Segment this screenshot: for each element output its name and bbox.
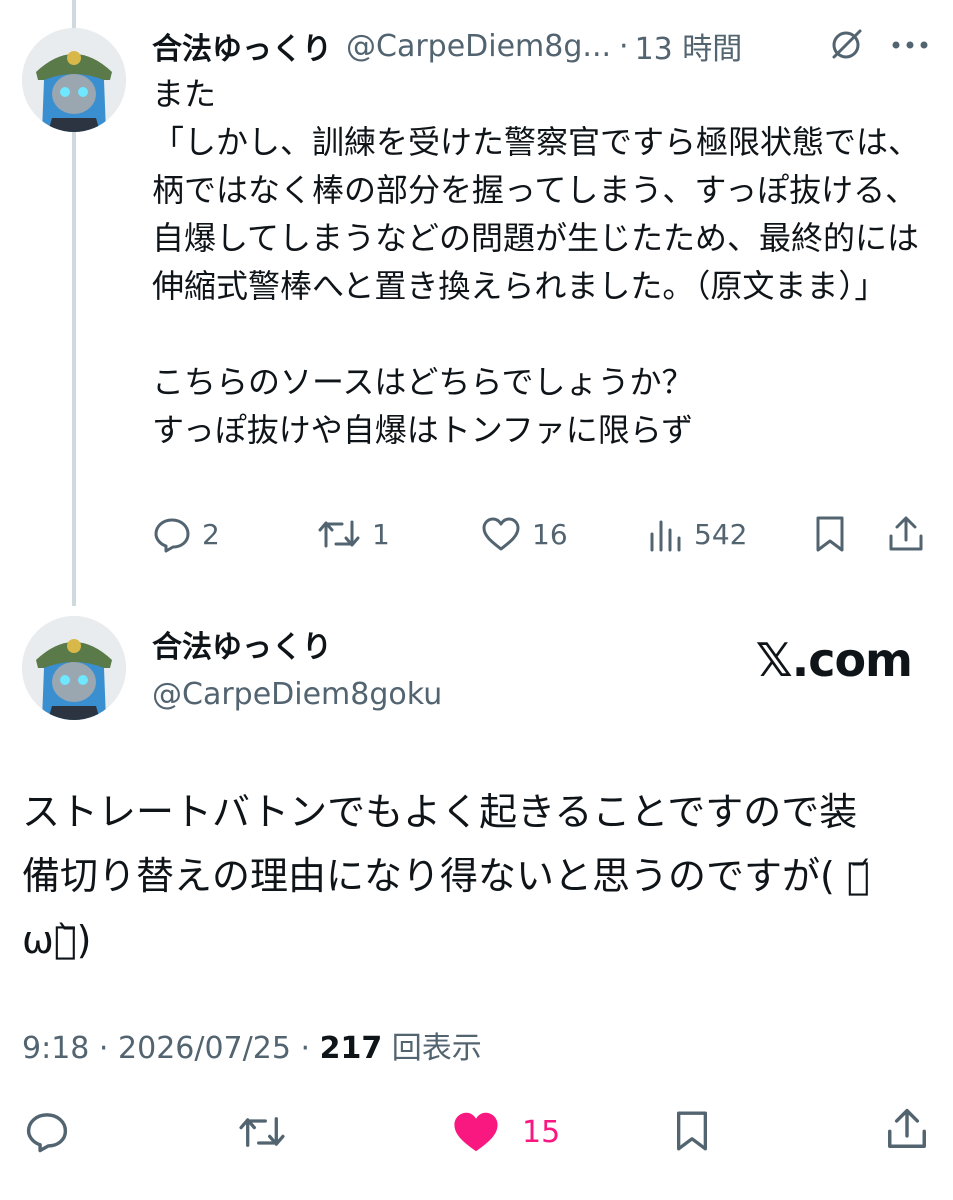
- views-icon: [650, 520, 681, 552]
- views-count: 217: [319, 1031, 383, 1066]
- separator-dot: ·: [300, 1031, 311, 1066]
- repost-button[interactable]: 1: [316, 514, 390, 554]
- repost-count: 1: [372, 517, 390, 551]
- bookmark-button[interactable]: [672, 1108, 712, 1154]
- bookmark-icon: [816, 516, 844, 552]
- repost-icon: [239, 1117, 285, 1147]
- views-count: 542: [694, 517, 748, 551]
- handle[interactable]: @CarpeDiem8g...: [346, 29, 611, 64]
- more-icon[interactable]: [888, 30, 932, 60]
- reply-count: 2: [202, 517, 220, 551]
- like-icon: [482, 517, 520, 551]
- timestamp[interactable]: 13 時間: [635, 24, 743, 68]
- grok-icon[interactable]: [826, 24, 866, 64]
- bookmark-icon: [677, 1111, 707, 1151]
- bookmark-button[interactable]: [812, 514, 848, 554]
- views-button[interactable]: 542: [648, 514, 747, 554]
- separator-dot: ·: [619, 28, 629, 64]
- x-com-logo: 𝕏.com: [755, 633, 913, 687]
- display-name[interactable]: 合法ゆっくり: [152, 624, 332, 672]
- tweet-metadata: 9:18 · 2026/07/25 · 217 回表示: [22, 1026, 482, 1072]
- share-button[interactable]: [884, 1106, 930, 1152]
- tweet-text: また 「しかし、訓練を受けた警察官ですら極限状態では、柄ではなく棒の部分を握って…: [152, 75, 921, 449]
- avatar[interactable]: [22, 28, 126, 132]
- like-button[interactable]: 15: [450, 1108, 560, 1156]
- reply-icon: [154, 518, 190, 553]
- repost-button[interactable]: [236, 1110, 288, 1154]
- separator-dot: ·: [98, 1031, 109, 1066]
- like-count: 16: [532, 517, 568, 551]
- avatar-image: [22, 616, 126, 720]
- handle[interactable]: @CarpeDiem8goku: [152, 672, 442, 718]
- reply-button[interactable]: 2: [152, 514, 220, 554]
- tweet-date[interactable]: 2026/07/25: [118, 1031, 291, 1066]
- like-icon-filled: [454, 1112, 498, 1152]
- share-icon: [888, 1108, 926, 1148]
- tweet-text: ストレートバトンでもよく起きることですので装 備切り替えの理由になり得ないと思う…: [22, 790, 870, 962]
- display-name[interactable]: 合法ゆっくり: [152, 24, 332, 68]
- repost-icon: [318, 520, 360, 548]
- like-button[interactable]: 16: [480, 514, 568, 554]
- reply-button[interactable]: [24, 1108, 70, 1154]
- tweet-header: 合法ゆっくり @CarpeDiem8g... · 13 時間: [152, 24, 742, 68]
- tweet-time[interactable]: 9:18: [22, 1031, 89, 1066]
- avatar[interactable]: [22, 616, 126, 720]
- like-count: 15: [522, 1114, 561, 1150]
- avatar-image: [22, 28, 126, 132]
- reply-icon: [26, 1113, 68, 1153]
- share-button[interactable]: [886, 514, 926, 554]
- share-icon: [889, 516, 923, 551]
- views-label: 回表示: [391, 1031, 482, 1066]
